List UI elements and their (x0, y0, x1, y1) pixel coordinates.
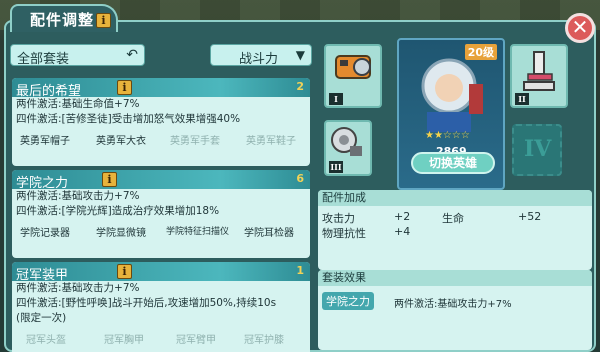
set-effect-4: 四件激活:[苦修圣徒]受击增加怒气效果增强40% (16, 113, 241, 125)
piece-name: 冠军胸甲 (104, 335, 144, 346)
set-header: 冠军装甲 i 1 (12, 262, 310, 283)
set-effect-title: 套装效果 (318, 270, 592, 286)
set-card[interactable]: 学院之力 i 6 两件激活:基础攻击力+7% 四件激活:[学院光辉]造成治疗效果… (12, 170, 310, 258)
set-name: 学院之力 (16, 176, 69, 191)
piece-name: 冠军头盔 (26, 335, 66, 346)
info-icon[interactable]: i (96, 13, 111, 28)
piece-name: 冠军臂甲 (176, 335, 216, 346)
set-pieces: 冠军头盔 冠军胸甲 冠军臂甲 冠军护膝 (12, 326, 310, 348)
dish-scanner-icon (331, 127, 362, 156)
set-effect-2: 两件激活:基础生命值+7% (16, 98, 140, 110)
set-chip-effect: 两件激活:基础攻击力+7% (394, 299, 512, 310)
undo-icon[interactable]: ↶ (126, 47, 138, 63)
set-effect-4: 四件激活:[学院光辉]造成治疗效果增加18% (16, 205, 220, 217)
stat-value: +52 (518, 210, 542, 223)
piece-name: 冠军护膝 (244, 335, 284, 346)
piece-name: 学院特征扫描仪 (166, 227, 230, 237)
sort-label: 战斗力 (239, 52, 279, 67)
scanner-device-icon (335, 55, 371, 79)
stat-label: 攻击力 (322, 212, 355, 225)
info-icon[interactable]: i (102, 172, 117, 187)
set-count: 6 (296, 172, 304, 185)
stat-row: 物理抗性 +4 (318, 225, 592, 240)
set-chip[interactable]: 学院之力 (322, 292, 374, 310)
stat-value: +2 (394, 210, 411, 223)
accessory-slot-3[interactable]: III (324, 120, 372, 176)
page-title: 配件调整 (30, 11, 95, 29)
piece-name: 学院显微镜 (96, 228, 146, 239)
piece-name: 学院记录器 (20, 228, 70, 239)
accessory-slot-4[interactable]: IV (512, 124, 562, 176)
stat-label: 生命 (442, 212, 464, 225)
set-effect-4: 四件激活:[野性呼唤]战斗开始后,攻速增加50%,持续10s (16, 297, 277, 309)
accessory-slot-2[interactable]: II (510, 44, 568, 108)
stat-row: 攻击力 +2 生命 +52 (318, 210, 592, 225)
info-icon[interactable]: i (117, 264, 132, 279)
sort-dropdown[interactable]: 战斗力 ▼ (210, 44, 312, 67)
slot-number: III (329, 161, 343, 173)
set-name: 冠军装甲 (16, 268, 69, 283)
close-button[interactable]: ✕ (565, 13, 595, 43)
set-header: 最后的希望 i 2 (12, 78, 310, 99)
star-rating: ★★☆☆☆ (425, 130, 470, 141)
set-effect-2: 两件激活:基础攻击力+7% (16, 190, 140, 202)
slot-number: II (515, 93, 529, 105)
piece-name: 英勇军手套 (170, 136, 220, 147)
set-count: 2 (296, 80, 304, 93)
set-pieces: 英勇军帽子 英勇军大衣 英勇军手套 英勇军鞋子 (12, 127, 310, 149)
stat-value: +4 (394, 225, 411, 238)
hero-card: 20级 ★★☆☆☆ 2869 切换英雄 (397, 38, 505, 190)
accessory-slot-1[interactable]: I (324, 44, 382, 108)
info-icon[interactable]: i (117, 80, 132, 95)
bonus-title: 配件加成 (318, 190, 592, 206)
bonus-panel: 配件加成 攻击力 +2 生命 +52 物理抗性 +4 (318, 190, 592, 270)
set-filter-dropdown[interactable]: 全部套装 ↶ (10, 44, 145, 67)
filter-label: 全部套装 (17, 52, 70, 67)
microscope-icon (523, 51, 555, 91)
set-count: 1 (296, 264, 304, 277)
stat-label: 物理抗性 (322, 227, 366, 240)
set-list: 最后的希望 i 2 两件激活:基础生命值+7% 四件激活:[苦修圣徒]受击增加怒… (12, 78, 312, 352)
set-effect-note: (限定一次) (16, 312, 67, 324)
set-name: 最后的希望 (16, 84, 82, 99)
switch-hero-button[interactable]: 切换英雄 (411, 152, 495, 174)
set-card[interactable]: 最后的希望 i 2 两件激活:基础生命值+7% 四件激活:[苦修圣徒]受击增加怒… (12, 78, 310, 166)
set-header: 学院之力 i 6 (12, 170, 310, 191)
chevron-down-icon: ▼ (295, 48, 305, 62)
slot-number: I (329, 93, 343, 105)
set-card[interactable]: 冠军装甲 i 1 两件激活:基础攻击力+7% 四件激活:[野性呼唤]战斗开始后,… (12, 262, 310, 352)
slot-number: IV (524, 136, 552, 162)
set-effect-2: 两件激活:基础攻击力+7% (16, 282, 140, 294)
set-pieces: 学院记录器 学院显微镜 学院特征扫描仪 学院耳检器 (12, 219, 310, 241)
piece-name: 英勇军鞋子 (246, 136, 296, 147)
piece-name: 学院耳检器 (244, 228, 294, 239)
piece-name: 英勇军帽子 (20, 136, 70, 147)
set-effect-panel: 套装效果 学院之力 两件激活:基础攻击力+7% (318, 270, 592, 350)
piece-name: 英勇军大衣 (96, 136, 146, 147)
hero-portrait (421, 58, 483, 132)
